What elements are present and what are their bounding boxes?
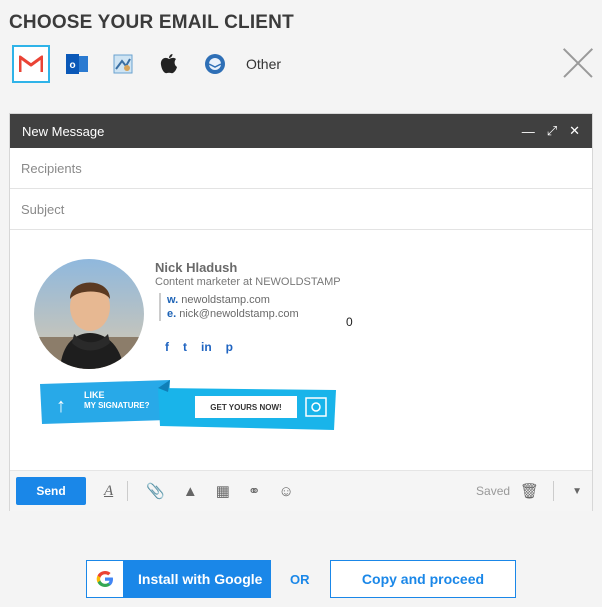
text-format-icon[interactable]: A [104,483,113,500]
toolbar-divider [127,481,129,501]
arrow-up-icon: ↑ [56,395,66,417]
google-icon [87,561,123,597]
copy-and-proceed-button[interactable]: Copy and proceed [330,560,516,598]
compose-title: New Message [22,123,105,139]
close-compose-icon[interactable]: ✕ [569,123,580,139]
emoji-icon[interactable]: ☺ [278,483,293,500]
gmail-client-button[interactable] [12,45,50,83]
outlook-icon: o [66,54,88,74]
minimize-icon[interactable]: — [522,124,535,139]
social-links: f t in p [165,340,233,354]
close-icon[interactable] [563,48,593,78]
apple-icon [160,54,177,74]
pinterest-icon[interactable]: p [226,340,233,354]
svg-text:o: o [69,60,75,71]
link-icon[interactable]: ⚭ [248,482,261,500]
thunderbird-client-button[interactable] [196,45,234,83]
compose-window: New Message — ⤢ ✕ Recipients Subject Nic… [9,113,593,511]
thunderbird-icon [205,54,225,74]
trash-icon[interactable]: 🗑 [520,482,539,500]
install-with-google-button[interactable]: Install with Google [86,560,271,598]
apple-client-button[interactable] [150,45,188,83]
email-prefix: e. [167,308,177,320]
photo-icon[interactable]: ▦ [216,482,230,500]
page-title: CHOOSE YOUR EMAIL CLIENT [9,12,294,33]
facebook-icon[interactable]: f [165,340,169,354]
drive-icon[interactable]: ▲ [183,483,198,500]
mail-app-icon [113,54,133,74]
install-label: Install with Google [138,571,263,587]
email-client-list: o Other [12,45,281,83]
recipients-row [10,148,592,189]
signature-name: Nick Hladush [155,260,238,275]
signature-website[interactable]: newoldstamp.com [181,294,270,306]
outlook-client-button[interactable]: o [58,45,96,83]
send-button[interactable]: Send [16,477,86,505]
avatar [34,259,144,369]
website-prefix: w. [167,294,179,306]
banner-line2: MY SIGNATURE? [84,401,150,410]
recipients-input[interactable] [19,159,568,177]
linkedin-icon[interactable]: in [201,340,212,354]
gmail-icon [19,55,43,72]
other-client-link[interactable]: Other [246,56,281,72]
compose-toolbar: Send A 📎 ▲ ▦ ⚭ ☺ Saved 🗑 ▼ [10,470,592,511]
expand-icon[interactable]: ⤢ [547,123,557,139]
attachment-icon[interactable]: 📎 [146,482,165,500]
message-body[interactable]: Nick Hladush Content marketer at NEWOLDS… [10,230,592,467]
more-options-icon[interactable]: ▼ [572,486,582,497]
compose-header: New Message — ⤢ ✕ [10,114,592,148]
subject-input[interactable] [19,200,568,218]
signature-role: Content marketer at NEWOLDSTAMP [155,276,341,288]
or-separator: OR [290,572,310,587]
subject-row [10,189,592,230]
banner-line1: LIKE [84,390,105,400]
saved-status: Saved [476,484,511,498]
signature-email-row: e. nick@newoldstamp.com [167,307,299,321]
signature-banner[interactable]: ↑ LIKE MY SIGNATURE? GET YOURS NOW! [40,380,336,430]
toolbar-divider-2 [553,481,555,501]
banner-cta: GET YOURS NOW! [210,403,281,412]
mail-app-client-button[interactable] [104,45,142,83]
twitter-icon[interactable]: t [183,340,187,354]
signature-contacts: w. newoldstamp.com e. nick@newoldstamp.c… [159,293,299,321]
signature-website-row: w. newoldstamp.com [167,293,299,307]
stray-text: 0 [346,315,353,329]
signature-email[interactable]: nick@newoldstamp.com [179,308,298,320]
